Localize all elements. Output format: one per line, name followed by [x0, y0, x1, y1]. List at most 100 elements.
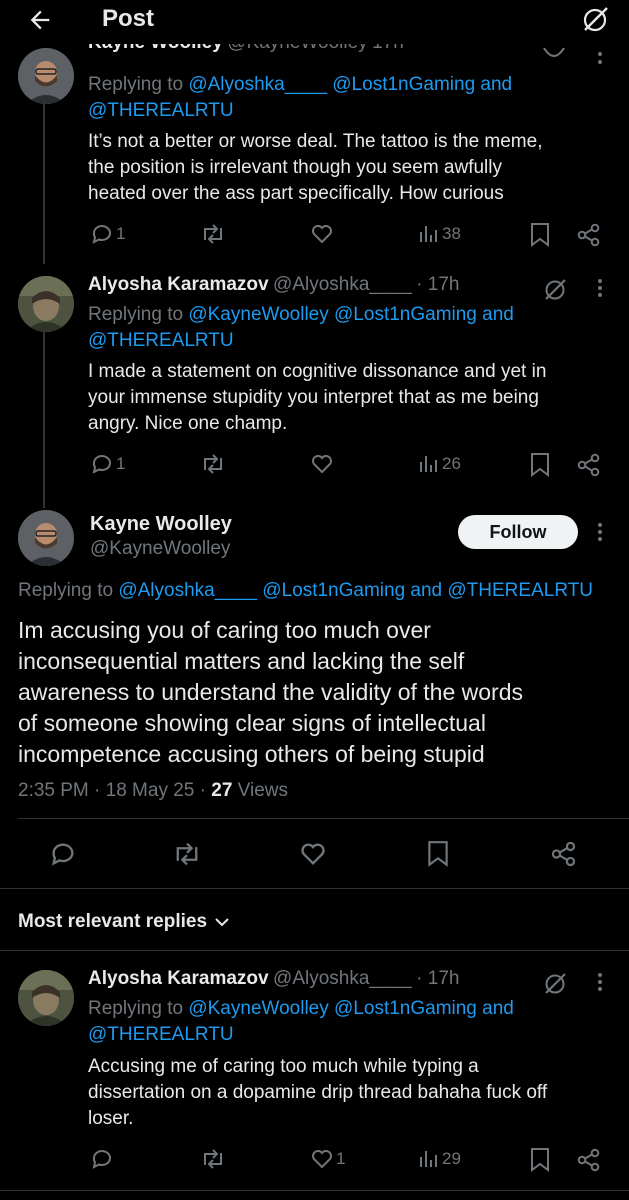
mention-link[interactable]: @THEREALRTU: [88, 330, 234, 351]
tweet-text: It’s not a better or worse deal. The tat…: [88, 129, 618, 207]
replying-to-label: Replying to: [88, 74, 184, 95]
text-line: Accusing me of caring too much while typ…: [88, 1056, 479, 1077]
follow-button[interactable]: Follow: [458, 515, 578, 549]
bookmark-icon[interactable]: [529, 222, 551, 248]
views-button[interactable]: 38: [418, 222, 461, 246]
text-line: the position is irrelevant though you se…: [88, 157, 503, 178]
retweet-button[interactable]: [200, 452, 226, 476]
avatar[interactable]: [18, 48, 74, 104]
like-button[interactable]: [310, 222, 334, 246]
retweet-button[interactable]: [200, 222, 226, 246]
views-button[interactable]: 26: [418, 452, 461, 476]
reply-button[interactable]: [49, 840, 77, 868]
divider: [0, 888, 629, 889]
grok-icon[interactable]: [580, 4, 610, 34]
tweet-meta: 2:35 PM · 18 May 25 · 27 Views: [18, 780, 288, 802]
like-button[interactable]: [299, 840, 327, 868]
reply-icon: [90, 452, 114, 476]
retweet-button[interactable]: [172, 840, 202, 868]
replying-to: Replying to @KayneWoolley @Lost1nGaming …: [88, 302, 608, 354]
mention-link[interactable]: @Alyoshka____ @Lost1nGaming and @THEREAL…: [118, 580, 593, 601]
mention-link[interactable]: @THEREALRTU: [88, 100, 234, 121]
heart-icon: [310, 222, 334, 246]
sort-label: Most relevant replies: [18, 911, 208, 932]
share-icon[interactable]: [576, 222, 602, 248]
more-options-icon[interactable]: [596, 972, 604, 992]
thread-line: [43, 332, 45, 508]
author-handle[interactable]: @Alyoshka____: [273, 274, 412, 295]
bookmark-icon[interactable]: [529, 1147, 551, 1173]
grok-icon[interactable]: [542, 48, 566, 64]
like-count: 1: [336, 1149, 346, 1168]
tweet-time: · 17h: [416, 274, 460, 295]
tweet-timestamp: 2:35 PM · 18 May 25 ·: [18, 780, 212, 801]
text-line: awareness to understand the validity of …: [18, 679, 524, 705]
author-handle[interactable]: @Alyoshka____: [273, 968, 412, 989]
views-button[interactable]: 29: [418, 1147, 461, 1171]
replies-sort-dropdown[interactable]: Most relevant replies: [18, 911, 229, 933]
retweet-icon: [200, 1147, 226, 1171]
views-icon: [418, 222, 440, 246]
text-line: inconsequential matters and lacking the …: [18, 648, 465, 674]
heart-icon: [310, 452, 334, 476]
tweet-header: Alyosha Karamazov @Alyoshka____ · 17h: [88, 274, 459, 296]
author-name[interactable]: Alyosha Karamazov: [88, 968, 269, 989]
grok-icon[interactable]: [542, 970, 568, 996]
replying-to: Replying to @Alyoshka____ @Lost1nGaming …: [88, 72, 608, 124]
bookmark-button[interactable]: [426, 840, 450, 868]
author-name: Kayne Woolley: [88, 44, 223, 53]
grok-icon[interactable]: [542, 276, 568, 302]
text-line: incompetence accusing others of being st…: [18, 741, 485, 767]
main-tweet-text: Im accusing you of caring too much over …: [18, 615, 618, 770]
tweet-time: 17h: [372, 44, 404, 53]
partial-tweet-header: Kayne Woolley @KayneWoolley 17h: [88, 44, 588, 62]
top-bar: Post: [0, 0, 629, 44]
author-name[interactable]: Alyosha Karamazov: [88, 274, 269, 295]
tweet-text: I made a statement on cognitive dissonan…: [88, 359, 618, 437]
reply-icon: [90, 222, 114, 246]
mention-link[interactable]: @THEREALRTU: [88, 1024, 234, 1045]
text-line: I made a statement on cognitive dissonan…: [88, 361, 547, 382]
reply-button[interactable]: 1: [90, 222, 125, 246]
like-button[interactable]: 1: [310, 1147, 345, 1171]
divider: [18, 818, 629, 819]
reply-count: 1: [116, 454, 126, 473]
share-button[interactable]: [550, 840, 578, 868]
avatar[interactable]: [18, 510, 74, 566]
mention-link[interactable]: @KayneWoolley @Lost1nGaming and: [188, 998, 514, 1019]
reply-button[interactable]: [90, 1147, 114, 1171]
reply-button[interactable]: 1: [90, 452, 125, 476]
author-name[interactable]: Kayne Woolley: [90, 513, 232, 536]
back-arrow-icon[interactable]: [26, 6, 54, 34]
retweet-icon: [200, 452, 226, 476]
reply-icon: [90, 1147, 114, 1171]
view-count: 38: [442, 224, 461, 243]
replying-to-label: Replying to: [18, 580, 114, 601]
bookmark-icon[interactable]: [529, 452, 551, 478]
view-count: 26: [442, 454, 461, 473]
text-line: angry. Nice one champ.: [88, 413, 288, 434]
replying-to-label: Replying to: [88, 304, 184, 325]
text-line: your immense stupidity you interpret tha…: [88, 387, 539, 408]
author-handle: @KayneWoolley: [227, 44, 367, 53]
view-count: 29: [442, 1149, 461, 1168]
views-label: Views: [232, 780, 289, 801]
text-line: heated over the ass part specifically. H…: [88, 183, 504, 204]
reply-count: 1: [116, 224, 126, 243]
author-handle[interactable]: @KayneWoolley: [90, 538, 230, 560]
more-options-icon[interactable]: [596, 522, 604, 542]
avatar[interactable]: [18, 970, 74, 1026]
tweet-header: Alyosha Karamazov @Alyoshka____ · 17h: [88, 968, 459, 990]
retweet-button[interactable]: [200, 1147, 226, 1171]
avatar[interactable]: [18, 276, 74, 332]
share-icon[interactable]: [576, 1147, 602, 1173]
mention-link[interactable]: @KayneWoolley @Lost1nGaming and: [188, 304, 514, 325]
like-button[interactable]: [310, 452, 334, 476]
share-icon[interactable]: [576, 452, 602, 478]
text-line: Im accusing you of caring too much over: [18, 617, 431, 643]
text-line: dissertation on a dopamine drip thread b…: [88, 1082, 548, 1103]
more-options-icon[interactable]: [596, 278, 604, 298]
text-line: It’s not a better or worse deal. The tat…: [88, 131, 543, 152]
more-options-icon[interactable]: [596, 50, 604, 68]
mention-link[interactable]: @Alyoshka____ @Lost1nGaming and: [188, 74, 512, 95]
